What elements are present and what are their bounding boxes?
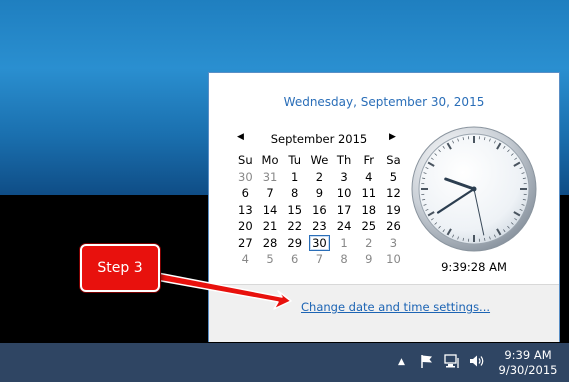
calendar-day[interactable]: 4 <box>233 251 258 268</box>
calendar-day[interactable]: 11 <box>356 185 381 202</box>
taskbar: ▲ 9:39 AM 9/30/2015 <box>0 343 569 382</box>
taskbar-clock[interactable]: 9:39 AM 9/30/2015 <box>494 348 562 378</box>
calendar-day[interactable]: 5 <box>258 251 283 268</box>
weekday-header: Fr <box>363 153 375 168</box>
weekday-header: Tu <box>288 153 301 168</box>
calendar-day[interactable]: 17 <box>332 202 357 219</box>
calendar-day[interactable]: 28 <box>258 235 283 252</box>
calendar-day[interactable]: 8 <box>332 251 357 268</box>
month-year-label[interactable]: September 2015 <box>259 132 379 146</box>
calendar-day[interactable]: 31 <box>258 169 283 186</box>
calendar-day[interactable]: 29 <box>282 235 307 252</box>
calendar-day[interactable]: 12 <box>381 185 406 202</box>
calendar-day[interactable]: 10 <box>381 251 406 268</box>
calendar-grid: Su Mo Tu We Th Fr Sa 30 31 1 2 3 4 5 6 7 <box>233 152 406 268</box>
change-date-time-settings-link[interactable]: Change date and time settings... <box>301 300 490 314</box>
calendar-day[interactable]: 7 <box>258 185 283 202</box>
calendar-day[interactable]: 8 <box>282 185 307 202</box>
calendar-day[interactable]: 4 <box>356 169 381 186</box>
calendar-day[interactable]: 15 <box>282 202 307 219</box>
calendar-day[interactable]: 19 <box>381 202 406 219</box>
calendar-day[interactable]: 18 <box>356 202 381 219</box>
step-callout: Step 3 <box>80 244 160 292</box>
calendar-day[interactable]: 3 <box>381 235 406 252</box>
digital-time-label: 9:39:28 AM <box>441 260 507 274</box>
calendar-day[interactable]: 7 <box>307 251 332 268</box>
calendar-day[interactable]: 9 <box>356 251 381 268</box>
calendar-day[interactable]: 16 <box>307 202 332 219</box>
weekday-header: Mo <box>261 153 279 168</box>
calendar-day[interactable]: 1 <box>332 235 357 252</box>
calendar-day[interactable]: 9 <box>307 185 332 202</box>
calendar-day[interactable]: 6 <box>282 251 307 268</box>
analog-clock <box>411 126 537 252</box>
weekday-header: Th <box>336 153 352 168</box>
flag-icon[interactable] <box>418 352 436 370</box>
date-time-flyout: Wednesday, September 30, 2015 ◀ Septembe… <box>208 72 560 342</box>
taskbar-time: 9:39 AM <box>504 348 552 362</box>
calendar-day[interactable]: 2 <box>356 235 381 252</box>
taskbar-date: 9/30/2015 <box>498 363 558 377</box>
calendar-day[interactable]: 10 <box>332 185 357 202</box>
calendar-day[interactable]: 2 <box>307 169 332 186</box>
calendar-day[interactable]: 24 <box>332 218 357 235</box>
calendar-day[interactable]: 14 <box>258 202 283 219</box>
calendar-day[interactable]: 25 <box>356 218 381 235</box>
calendar-day[interactable]: 22 <box>282 218 307 235</box>
selected-day-label: 30 <box>309 234 330 251</box>
calendar-day[interactable]: 5 <box>381 169 406 186</box>
show-hidden-icons-button[interactable]: ▲ <box>398 357 405 367</box>
calendar-day[interactable]: 30 <box>233 169 258 186</box>
calendar-day[interactable]: 26 <box>381 218 406 235</box>
calendar-day[interactable]: 6 <box>233 185 258 202</box>
calendar-day[interactable]: 13 <box>233 202 258 219</box>
weekday-header: Sa <box>386 153 401 168</box>
calendar-day[interactable]: 21 <box>258 218 283 235</box>
calendar-day[interactable]: 3 <box>332 169 357 186</box>
volume-icon[interactable] <box>468 352 486 370</box>
calendar-day[interactable]: 20 <box>233 218 258 235</box>
calendar-day[interactable]: 1 <box>282 169 307 186</box>
calendar-day[interactable]: 27 <box>233 235 258 252</box>
next-month-button[interactable]: ▶ <box>389 132 396 142</box>
weekday-header: We <box>310 153 329 168</box>
calendar-day-selected[interactable]: 30 <box>307 234 332 252</box>
calendar-day[interactable]: 23 <box>307 218 332 235</box>
network-icon[interactable] <box>443 352 461 370</box>
previous-month-button[interactable]: ◀ <box>237 132 244 142</box>
full-date-heading[interactable]: Wednesday, September 30, 2015 <box>209 95 559 109</box>
weekday-header: Su <box>238 153 253 168</box>
